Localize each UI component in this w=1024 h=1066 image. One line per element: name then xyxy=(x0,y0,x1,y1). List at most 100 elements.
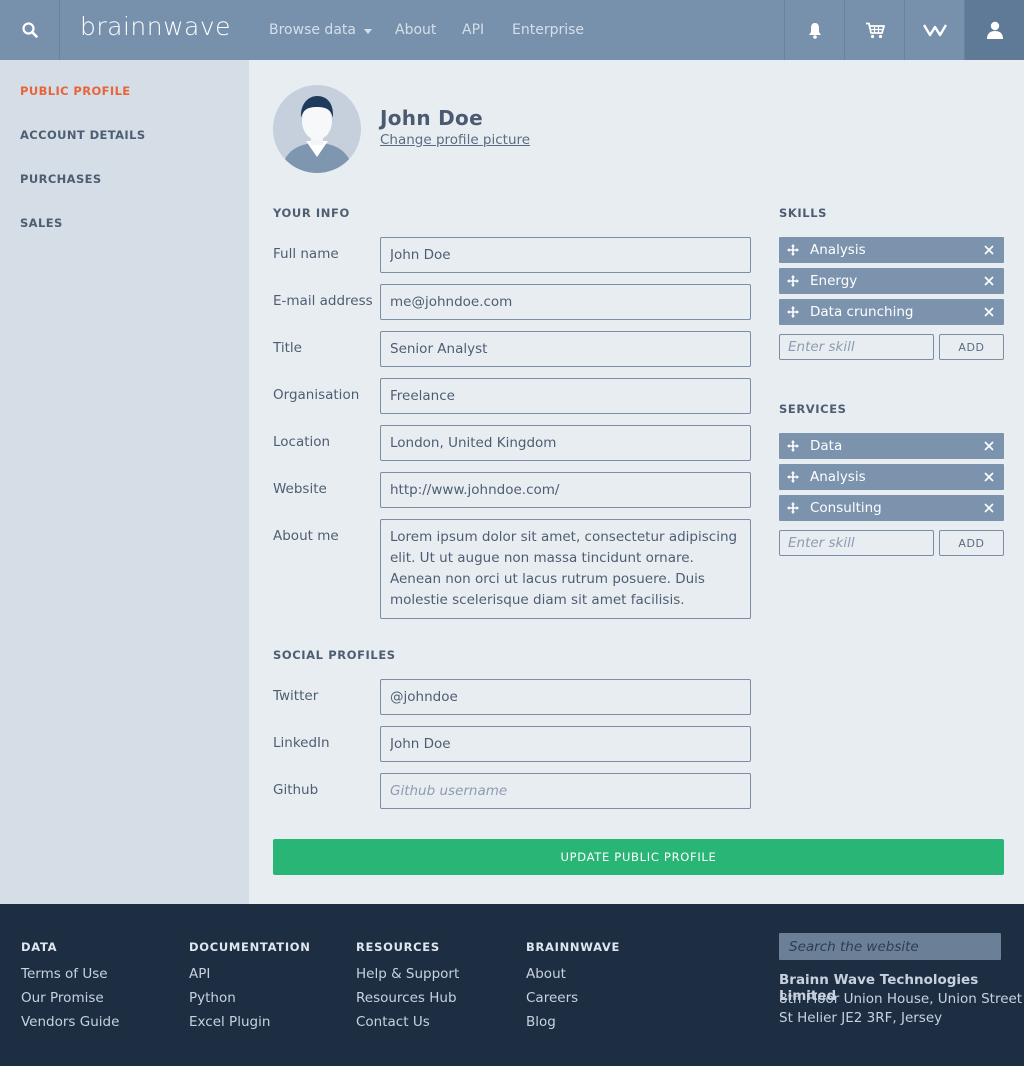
service-tag: Consulting xyxy=(779,495,1004,521)
sidebar-item-account-details[interactable]: ACCOUNT DETAILS xyxy=(20,128,146,142)
service-label: Data xyxy=(810,438,843,454)
remove-skill-button[interactable] xyxy=(974,276,1004,286)
skill-tag: Data crunching xyxy=(779,299,1004,325)
service-tag: Data xyxy=(779,433,1004,459)
footer-link[interactable]: Contact Us xyxy=(356,1010,459,1034)
your-info-heading: YOUR INFO xyxy=(273,206,350,220)
about-me-textarea[interactable]: Lorem ipsum dolor sit amet, consectetur … xyxy=(380,519,751,619)
close-icon xyxy=(984,307,994,317)
footer-link[interactable]: Vendors Guide xyxy=(21,1010,119,1034)
footer-column-resources: RESOURCES Help & Support Resources Hub C… xyxy=(356,940,459,1034)
skill-label: Analysis xyxy=(810,242,866,258)
drag-handle-icon[interactable] xyxy=(779,471,807,483)
cart-icon xyxy=(865,22,885,38)
close-icon xyxy=(984,276,994,286)
footer-link[interactable]: Terms of Use xyxy=(21,962,119,986)
sidebar-item-sales[interactable]: SALES xyxy=(20,216,63,230)
footer-link[interactable]: Our Promise xyxy=(21,986,119,1010)
notifications-button[interactable] xyxy=(784,0,844,60)
bell-icon xyxy=(808,22,821,39)
nav-browse-data-label: Browse data xyxy=(269,22,356,38)
search-icon xyxy=(21,22,38,38)
remove-skill-button[interactable] xyxy=(974,307,1004,317)
sidebar-item-public-profile[interactable]: PUBLIC PROFILE xyxy=(20,84,131,98)
user-icon xyxy=(986,21,1003,39)
footer-link[interactable]: Excel Plugin xyxy=(189,1010,311,1034)
about-me-label: About me xyxy=(273,528,339,544)
footer-link[interactable]: Careers xyxy=(526,986,620,1010)
sidebar-item-purchases[interactable]: PURCHASES xyxy=(20,172,102,186)
close-icon xyxy=(984,503,994,513)
cart-button[interactable] xyxy=(844,0,904,60)
service-tag: Analysis xyxy=(779,464,1004,490)
title-input[interactable] xyxy=(380,331,751,367)
skill-input[interactable] xyxy=(779,334,934,360)
nav-about[interactable]: About xyxy=(395,0,436,60)
skill-label: Data crunching xyxy=(810,304,914,320)
default-avatar-icon xyxy=(281,96,353,173)
remove-service-button[interactable] xyxy=(974,472,1004,482)
service-input[interactable] xyxy=(779,530,934,556)
profile-name: John Doe xyxy=(380,106,483,130)
twitter-input[interactable] xyxy=(380,679,751,715)
company-address-line: 8th Floor Union House, Union Street xyxy=(779,991,1023,1007)
twitter-label: Twitter xyxy=(273,688,319,704)
footer-heading: DATA xyxy=(21,940,58,954)
user-account-button[interactable] xyxy=(964,0,1024,60)
drag-handle-icon[interactable] xyxy=(779,244,807,256)
skills-heading: SKILLS xyxy=(779,206,828,220)
footer-link[interactable]: Blog xyxy=(526,1010,620,1034)
nav-api[interactable]: API xyxy=(462,0,484,60)
full-name-input[interactable] xyxy=(380,237,751,273)
update-public-profile-button[interactable]: UPDATE PUBLIC PROFILE xyxy=(273,839,1004,875)
change-profile-picture-link[interactable]: Change profile picture xyxy=(380,132,530,148)
drag-handle-icon[interactable] xyxy=(779,440,807,452)
nav-browse-data[interactable]: Browse data xyxy=(269,0,372,60)
chevron-down-icon xyxy=(363,28,372,34)
footer-heading: BRAINNWAVE xyxy=(526,940,621,954)
brainnwave-logo[interactable]: brainnwave xyxy=(80,12,231,41)
skill-label: Energy xyxy=(810,273,858,289)
organisation-input[interactable] xyxy=(380,378,751,414)
footer-link[interactable]: Resources Hub xyxy=(356,986,459,1010)
avatar[interactable] xyxy=(273,85,361,173)
skill-tag: Analysis xyxy=(779,237,1004,263)
close-icon xyxy=(984,472,994,482)
brainnwave-icon xyxy=(922,24,947,37)
search-button[interactable] xyxy=(0,0,60,60)
email-input[interactable] xyxy=(380,284,751,320)
website-input[interactable] xyxy=(380,472,751,508)
remove-skill-button[interactable] xyxy=(974,245,1004,255)
nav-enterprise[interactable]: Enterprise xyxy=(512,0,584,60)
location-input[interactable] xyxy=(380,425,751,461)
remove-service-button[interactable] xyxy=(974,441,1004,451)
footer-heading: DOCUMENTATION xyxy=(189,940,311,954)
linkedin-input[interactable] xyxy=(380,726,751,762)
website-label: Website xyxy=(273,481,327,497)
github-label: Github xyxy=(273,782,319,798)
drag-handle-icon[interactable] xyxy=(779,275,807,287)
full-name-label: Full name xyxy=(273,246,339,262)
organisation-label: Organisation xyxy=(273,387,360,403)
skill-tag: Energy xyxy=(779,268,1004,294)
footer-link[interactable]: Help & Support xyxy=(356,962,459,986)
close-icon xyxy=(984,245,994,255)
drag-handle-icon[interactable] xyxy=(779,502,807,514)
footer-link[interactable]: About xyxy=(526,962,620,986)
add-skill-button[interactable]: ADD xyxy=(939,334,1004,360)
github-input[interactable] xyxy=(380,773,751,809)
drag-handle-icon[interactable] xyxy=(779,306,807,318)
service-label: Consulting xyxy=(810,500,882,516)
remove-service-button[interactable] xyxy=(974,503,1004,513)
settings-sidebar: PUBLIC PROFILE ACCOUNT DETAILS PURCHASES… xyxy=(0,60,249,904)
footer-heading: RESOURCES xyxy=(356,940,440,954)
location-label: Location xyxy=(273,434,331,450)
footer-link[interactable]: API xyxy=(189,962,311,986)
linkedin-label: LinkedIn xyxy=(273,735,330,751)
footer: DATA Terms of Use Our Promise Vendors Gu… xyxy=(0,904,1024,1066)
footer-link[interactable]: Python xyxy=(189,986,311,1010)
add-service-button[interactable]: ADD xyxy=(939,530,1004,556)
company-address-line: St Helier JE2 3RF, Jersey xyxy=(779,1010,943,1026)
footer-search-input[interactable] xyxy=(779,933,1001,960)
brainnwave-menu-button[interactable] xyxy=(904,0,964,60)
